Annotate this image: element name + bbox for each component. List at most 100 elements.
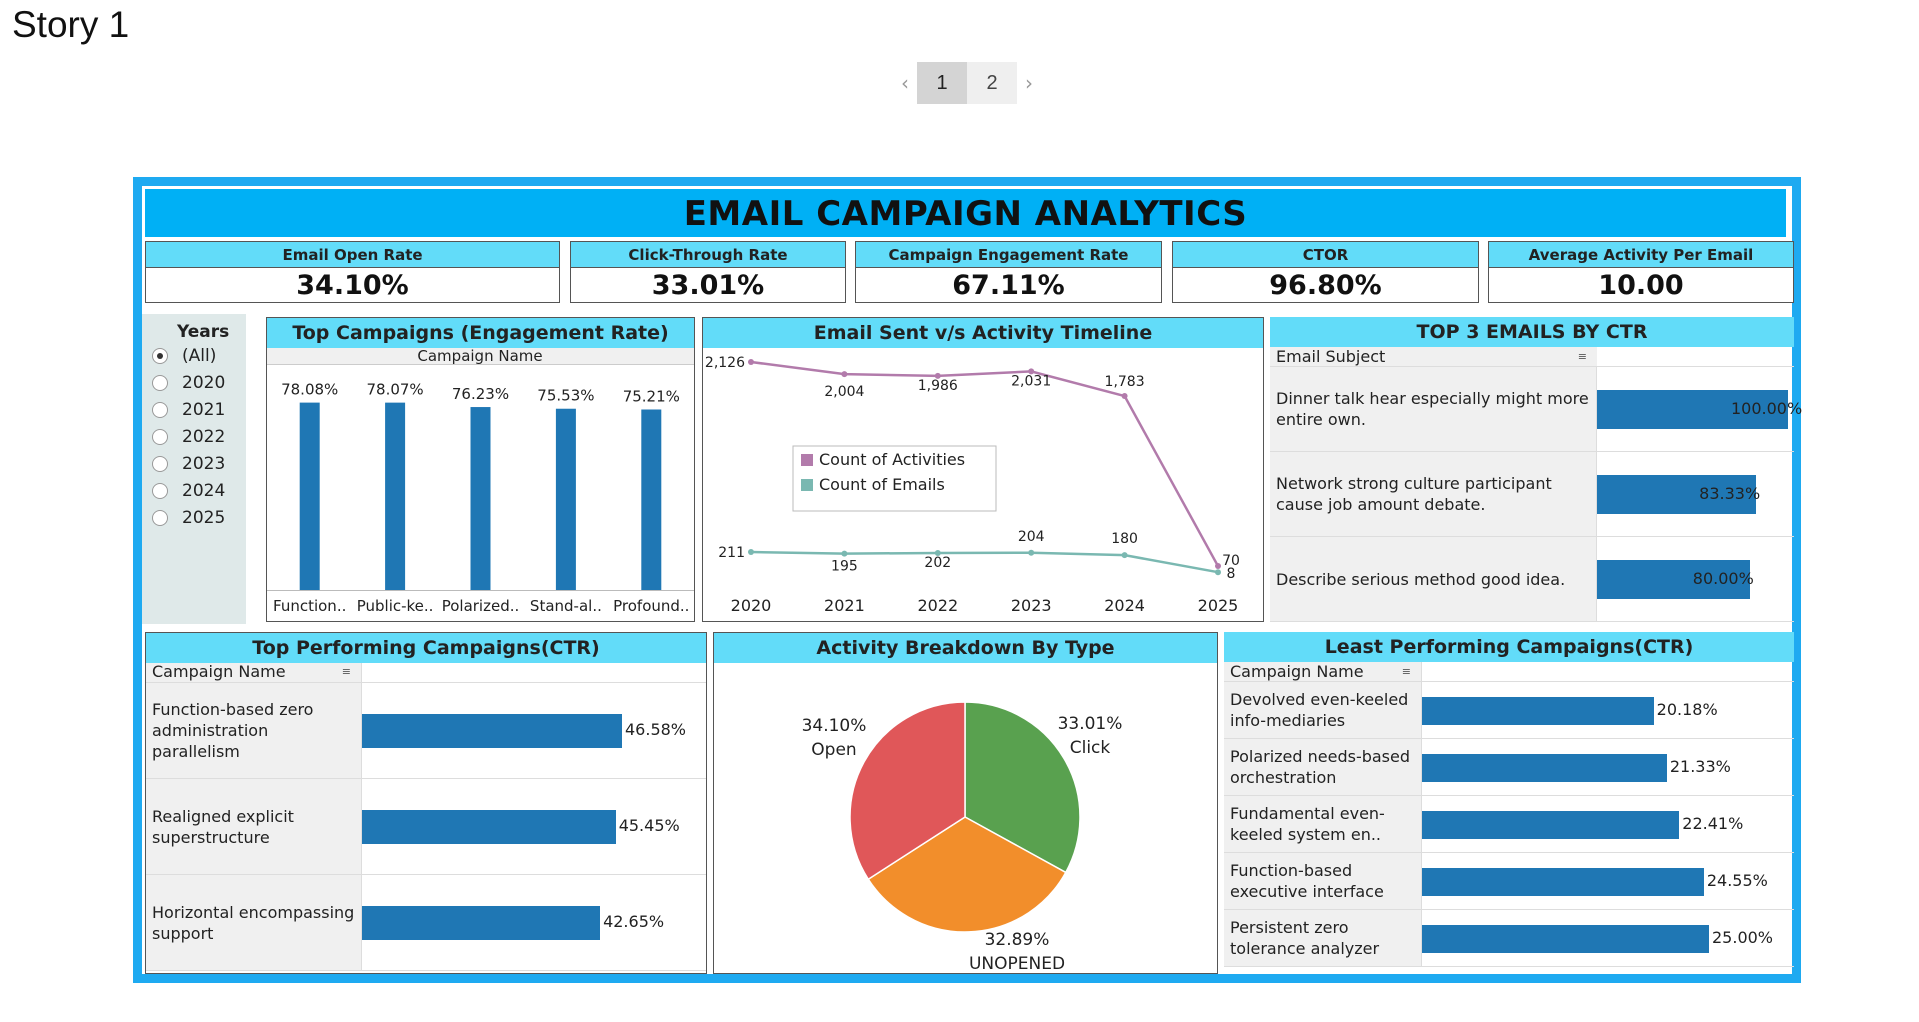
ctr-bar bbox=[1422, 867, 1704, 896]
bar-value-label: 78.08% bbox=[281, 381, 338, 399]
table-row: Function-based zero administration paral… bbox=[146, 683, 706, 779]
row-label: Realigned explicit superstructure bbox=[146, 779, 362, 874]
year-option[interactable]: 2020 bbox=[142, 369, 246, 396]
next-page-icon[interactable]: › bbox=[1017, 71, 1041, 95]
row-label: Function-based executive interface bbox=[1224, 853, 1422, 909]
sort-icon[interactable]: ≡ bbox=[1402, 662, 1411, 682]
year-option[interactable]: 2021 bbox=[142, 396, 246, 423]
table-row: Function-based executive interface 24.55% bbox=[1224, 853, 1794, 910]
data-point bbox=[841, 550, 848, 557]
bar-value-label: 22.41% bbox=[1682, 813, 1744, 833]
radio-button[interactable] bbox=[152, 374, 168, 391]
data-point bbox=[1121, 393, 1128, 400]
bar-cell: 46.58% bbox=[362, 683, 706, 778]
table-row: Realigned explicit superstructure 45.45% bbox=[146, 779, 706, 875]
radio-button[interactable] bbox=[152, 509, 168, 526]
panel-title: Email Sent v/s Activity Timeline bbox=[703, 318, 1263, 348]
prev-page-icon[interactable]: ‹ bbox=[893, 71, 917, 95]
ctr-bar bbox=[362, 810, 616, 844]
panel-title: Top Campaigns (Engagement Rate) bbox=[267, 318, 694, 348]
timeline-line-chart: 2,1262,004 1,986 2,031 1,78370211195 202204 1… bbox=[705, 355, 1240, 615]
years-filter: Years (All) 2020 2021 2022 2023 2024 2025 bbox=[142, 314, 246, 624]
page-tab-2[interactable]: 2 bbox=[967, 62, 1017, 104]
kpi-label: Campaign Engagement Rate bbox=[856, 242, 1161, 268]
table-row: Dinner talk hear especially might more e… bbox=[1270, 367, 1802, 452]
year-option[interactable]: 2024 bbox=[142, 477, 246, 504]
top3-ctr-panel: TOP 3 EMAILS BY CTR Email Subject ≡ Dinne… bbox=[1270, 317, 1802, 622]
bar bbox=[470, 407, 491, 590]
bar-value-label: 78.07% bbox=[366, 381, 423, 399]
bar-cell: 80.00% bbox=[1597, 537, 1794, 621]
kpi-label: CTOR bbox=[1173, 242, 1478, 268]
data-label: 1,783 bbox=[1105, 374, 1145, 390]
row-label: Polarized needs-based orchestration bbox=[1224, 739, 1422, 795]
activity-breakdown-panel: Activity Breakdown By Type 33.01% Click 32… bbox=[713, 632, 1218, 974]
bar-cell: 20.18% bbox=[1422, 682, 1794, 738]
ctr-bar bbox=[1422, 696, 1654, 725]
year-option[interactable]: (All) bbox=[142, 342, 246, 369]
year-option[interactable]: 2023 bbox=[142, 450, 246, 477]
row-label: Persistent zero tolerance analyzer bbox=[1224, 910, 1422, 966]
data-label: 2,126 bbox=[705, 355, 745, 371]
table-row: Describe serious method good idea. 80.00% bbox=[1270, 537, 1794, 622]
column-header[interactable]: Campaign Name ≡ bbox=[146, 663, 362, 682]
data-point bbox=[841, 371, 848, 378]
bar-value-label: 80.00% bbox=[1692, 568, 1754, 588]
data-label: 180 bbox=[1111, 531, 1138, 547]
page-tab-1[interactable]: 1 bbox=[917, 62, 967, 104]
sort-icon[interactable]: ≡ bbox=[1578, 347, 1587, 367]
ctr-bar bbox=[362, 906, 601, 940]
bar-cell: 42.65% bbox=[362, 875, 706, 970]
category-label: Public-ke.. bbox=[357, 597, 434, 615]
legend-label: Count of Emails bbox=[819, 475, 945, 494]
data-label: 2,031 bbox=[1011, 373, 1051, 389]
radio-button[interactable] bbox=[152, 401, 168, 418]
bar-value-label: 75.21% bbox=[623, 387, 680, 405]
bar-cell: 22.41% bbox=[1422, 796, 1794, 852]
legend-swatch bbox=[801, 479, 813, 491]
column-header[interactable]: Campaign Name ≡ bbox=[1224, 662, 1422, 681]
category-label: Polarized.. bbox=[442, 597, 520, 615]
kpi-value: 96.80% bbox=[1269, 270, 1382, 301]
bar-value-label: 20.18% bbox=[1656, 699, 1718, 719]
sort-icon[interactable]: ≡ bbox=[342, 663, 351, 681]
panel-title: Top Performing Campaigns(CTR) bbox=[146, 633, 706, 663]
panel-title: TOP 3 EMAILS BY CTR bbox=[1270, 317, 1794, 347]
column-header-label: Campaign Name bbox=[1230, 662, 1364, 681]
radio-button[interactable] bbox=[152, 347, 168, 364]
row-label: Devolved even-keeled info-mediaries bbox=[1224, 682, 1422, 738]
column-header[interactable]: Email Subject ≡ bbox=[1270, 347, 1597, 366]
bar-cell: 25.00% bbox=[1422, 910, 1794, 966]
x-tick-label: 2024 bbox=[1104, 596, 1145, 615]
years-filter-title: Years bbox=[177, 322, 230, 342]
bar-value-label: 46.58% bbox=[625, 720, 687, 739]
row-label: Describe serious method good idea. bbox=[1270, 537, 1597, 621]
kpi-engagement-rate: Campaign Engagement Rate 67.11% bbox=[855, 241, 1162, 303]
year-option[interactable]: 2022 bbox=[142, 423, 246, 450]
x-tick-label: 2022 bbox=[917, 596, 958, 615]
data-label: 8 bbox=[1227, 566, 1236, 582]
radio-button[interactable] bbox=[152, 482, 168, 499]
bar-value-label: 75.53% bbox=[537, 387, 594, 405]
radio-button[interactable] bbox=[152, 455, 168, 472]
table-row: Devolved even-keeled info-mediaries 20.18… bbox=[1224, 682, 1794, 739]
year-option[interactable]: 2025 bbox=[142, 504, 246, 531]
panel-title: Activity Breakdown By Type bbox=[714, 633, 1217, 663]
table-row: Fundamental even-keeled system en.. 22.41… bbox=[1224, 796, 1794, 853]
dashboard-title: EMAIL CAMPAIGN ANALYTICS bbox=[145, 189, 1786, 237]
year-option-label: 2020 bbox=[182, 372, 226, 393]
radio-button[interactable] bbox=[152, 428, 168, 445]
data-point bbox=[1215, 563, 1221, 570]
bar-cell: 21.33% bbox=[1422, 739, 1794, 795]
x-tick-label: 2021 bbox=[824, 596, 865, 615]
data-label: 204 bbox=[1018, 529, 1045, 545]
kpi-avg-activity: Average Activity Per Email 10.00 bbox=[1488, 241, 1794, 303]
data-point bbox=[748, 359, 754, 365]
bar bbox=[385, 402, 406, 590]
row-label: Horizontal encompassing support bbox=[146, 875, 362, 970]
top-performing-ctr-panel: Top Performing Campaigns(CTR) Campaign N… bbox=[145, 632, 707, 974]
bar bbox=[299, 402, 320, 590]
story-pager: ‹ 1 2 › bbox=[893, 62, 1041, 104]
table-row: Network strong culture participant cause… bbox=[1270, 452, 1794, 537]
slice-value-label: 33.01% bbox=[1058, 714, 1123, 734]
